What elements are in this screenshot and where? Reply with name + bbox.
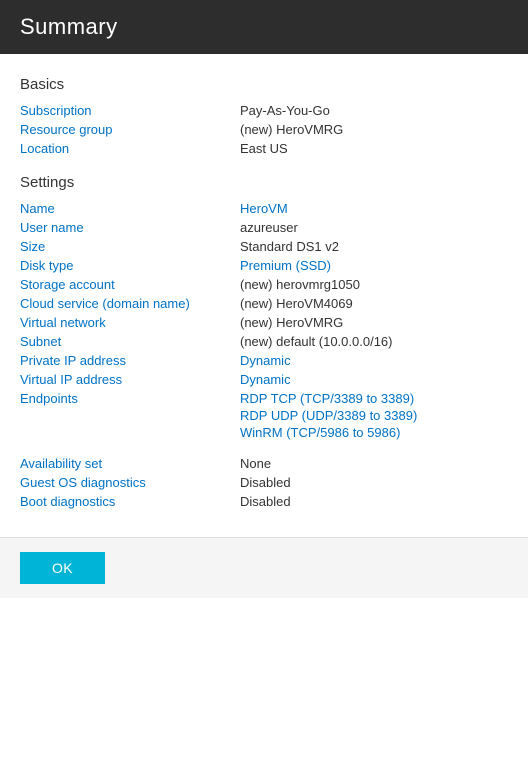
content-area: Basics Subscription Pay-As-You-Go Resour… bbox=[0, 54, 528, 537]
settings-value-availability-set: None bbox=[240, 456, 271, 471]
basics-label-location: Location bbox=[20, 141, 240, 156]
settings-row-size: Size Standard DS1 v2 bbox=[20, 239, 508, 254]
settings-value-size: Standard DS1 v2 bbox=[240, 239, 339, 254]
settings-value-cloud-service: (new) HeroVM4069 bbox=[240, 296, 353, 311]
settings-label-virtual-ip: Virtual IP address bbox=[20, 372, 240, 387]
basics-label-resource-group: Resource group bbox=[20, 122, 240, 137]
settings-value-disk-type: Premium (SSD) bbox=[240, 258, 331, 273]
settings-row-virtual-network: Virtual network (new) HeroVMRG bbox=[20, 315, 508, 330]
settings-value-private-ip: Dynamic bbox=[240, 353, 291, 368]
settings-value-subnet: (new) default (10.0.0.0/16) bbox=[240, 334, 392, 349]
endpoint-rdp-tcp: RDP TCP (TCP/3389 to 3389) bbox=[240, 391, 417, 406]
basics-row-location: Location East US bbox=[20, 141, 508, 156]
settings-row-private-ip: Private IP address Dynamic bbox=[20, 353, 508, 368]
basics-value-resource-group: (new) HeroVMRG bbox=[240, 122, 343, 137]
settings-section: Settings Name HeroVM User name azureuser… bbox=[20, 174, 508, 509]
settings-label-name: Name bbox=[20, 201, 240, 216]
settings-value-virtual-ip: Dynamic bbox=[240, 372, 291, 387]
settings-row-disk-type: Disk type Premium (SSD) bbox=[20, 258, 508, 273]
header: Summary bbox=[0, 0, 528, 54]
settings-row-cloud-service: Cloud service (domain name) (new) HeroVM… bbox=[20, 296, 508, 311]
ok-button[interactable]: OK bbox=[20, 552, 105, 584]
settings-label-subnet: Subnet bbox=[20, 334, 240, 349]
settings-row-name: Name HeroVM bbox=[20, 201, 508, 216]
settings-label-cloud-service: Cloud service (domain name) bbox=[20, 296, 240, 311]
settings-value-name: HeroVM bbox=[240, 201, 288, 216]
basics-label-subscription: Subscription bbox=[20, 103, 240, 118]
settings-row-username: User name azureuser bbox=[20, 220, 508, 235]
settings-label-virtual-network: Virtual network bbox=[20, 315, 240, 330]
endpoint-winrm: WinRM (TCP/5986 to 5986) bbox=[240, 425, 417, 440]
settings-row-endpoints: Endpoints RDP TCP (TCP/3389 to 3389) RDP… bbox=[20, 391, 508, 442]
basics-value-subscription: Pay-As-You-Go bbox=[240, 103, 330, 118]
settings-label-boot-diagnostics: Boot diagnostics bbox=[20, 494, 240, 509]
settings-row-availability-set: Availability set None bbox=[20, 456, 508, 471]
settings-section-title: Settings bbox=[20, 174, 508, 191]
settings-row-boot-diagnostics: Boot diagnostics Disabled bbox=[20, 494, 508, 509]
settings-value-endpoints: RDP TCP (TCP/3389 to 3389) RDP UDP (UDP/… bbox=[240, 391, 417, 442]
settings-label-storage-account: Storage account bbox=[20, 277, 240, 292]
settings-value-boot-diagnostics: Disabled bbox=[240, 494, 291, 509]
settings-label-size: Size bbox=[20, 239, 240, 254]
settings-row-virtual-ip: Virtual IP address Dynamic bbox=[20, 372, 508, 387]
settings-label-disk-type: Disk type bbox=[20, 258, 240, 273]
basics-section-title: Basics bbox=[20, 76, 508, 93]
settings-value-storage-account: (new) herovmrg1050 bbox=[240, 277, 360, 292]
settings-value-guest-os: Disabled bbox=[240, 475, 291, 490]
basics-section: Basics Subscription Pay-As-You-Go Resour… bbox=[20, 76, 508, 156]
settings-row-storage-account: Storage account (new) herovmrg1050 bbox=[20, 277, 508, 292]
settings-row-subnet: Subnet (new) default (10.0.0.0/16) bbox=[20, 334, 508, 349]
basics-value-location: East US bbox=[240, 141, 288, 156]
settings-row-guest-os: Guest OS diagnostics Disabled bbox=[20, 475, 508, 490]
settings-label-guest-os: Guest OS diagnostics bbox=[20, 475, 240, 490]
settings-label-private-ip: Private IP address bbox=[20, 353, 240, 368]
basics-row-subscription: Subscription Pay-As-You-Go bbox=[20, 103, 508, 118]
settings-value-username: azureuser bbox=[240, 220, 298, 235]
settings-label-endpoints: Endpoints bbox=[20, 391, 240, 406]
settings-label-availability-set: Availability set bbox=[20, 456, 240, 471]
settings-value-virtual-network: (new) HeroVMRG bbox=[240, 315, 343, 330]
basics-row-resource-group: Resource group (new) HeroVMRG bbox=[20, 122, 508, 137]
page-title: Summary bbox=[20, 14, 118, 39]
settings-label-username: User name bbox=[20, 220, 240, 235]
endpoint-rdp-udp: RDP UDP (UDP/3389 to 3389) bbox=[240, 408, 417, 423]
footer: OK bbox=[0, 537, 528, 598]
